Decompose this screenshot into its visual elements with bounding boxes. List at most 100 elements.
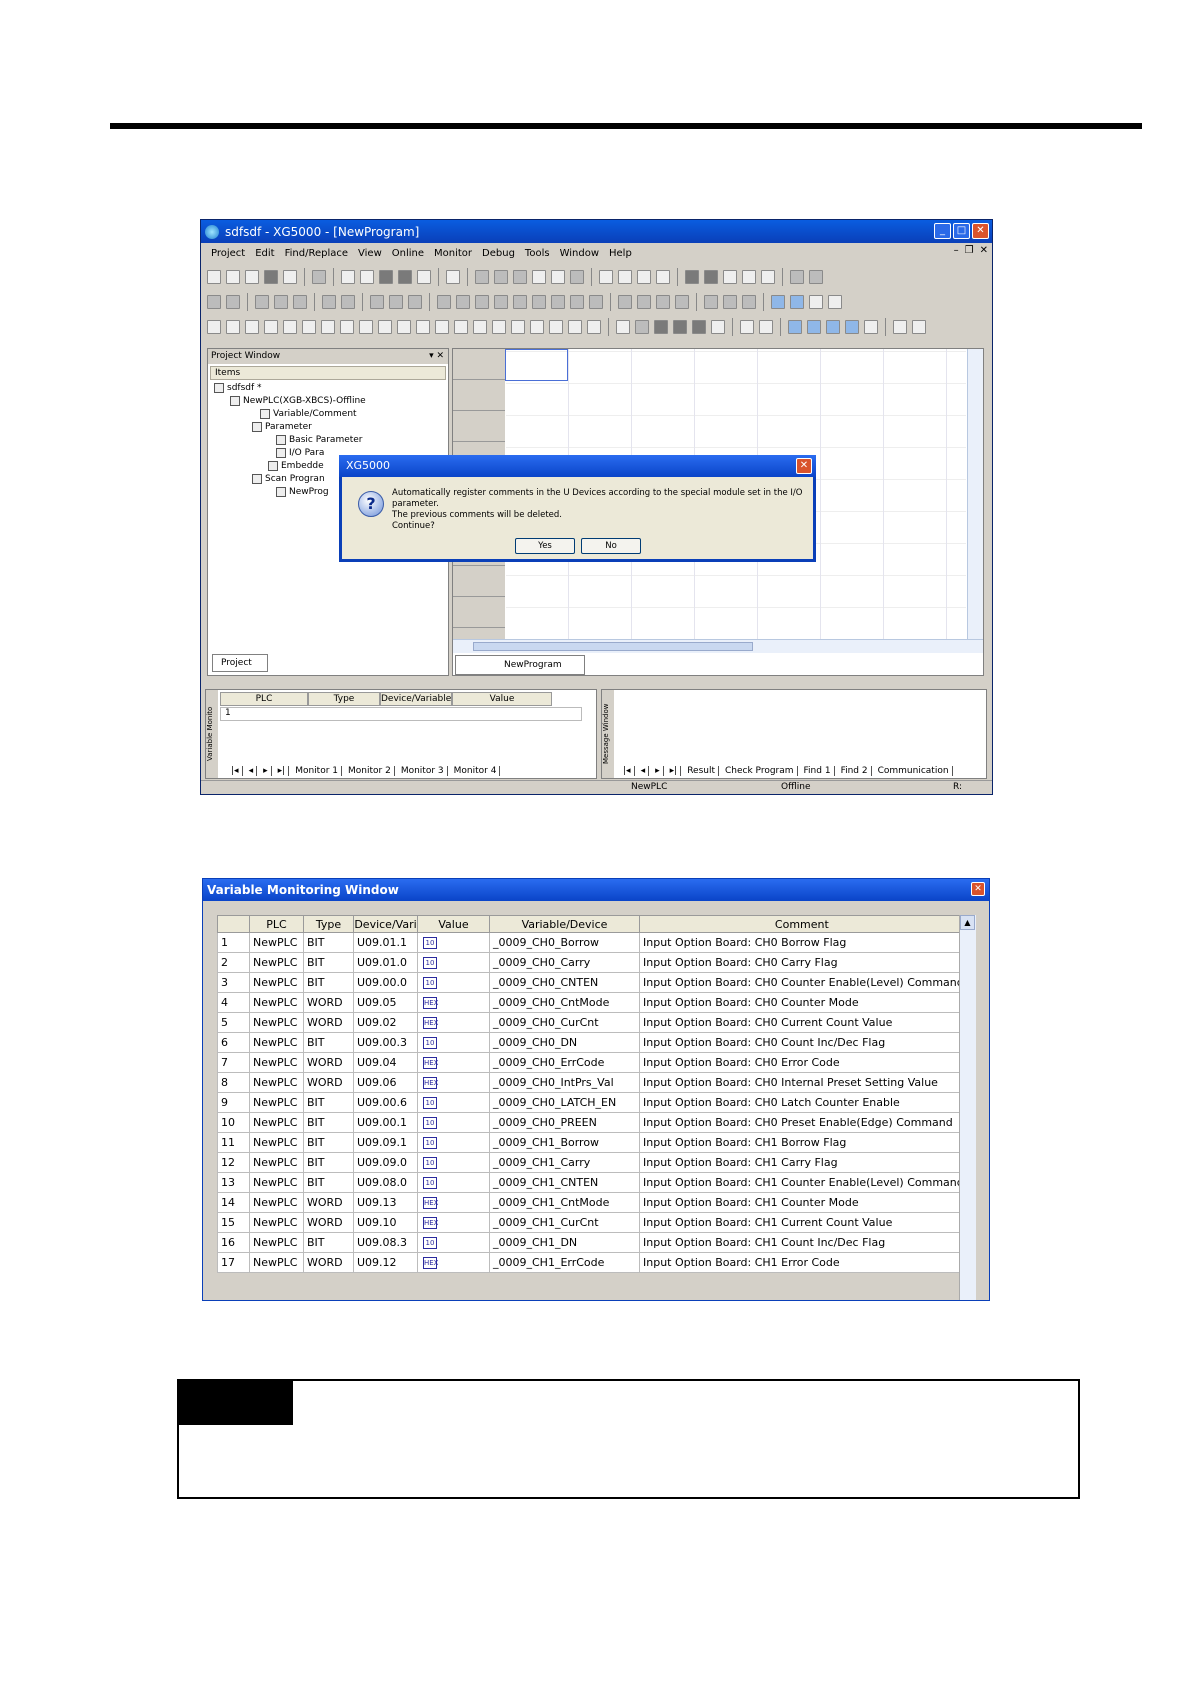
cut-icon[interactable] [513, 270, 527, 284]
scroll-up-icon[interactable]: ▲ [960, 915, 975, 930]
vmw-close-icon[interactable]: ✕ [971, 882, 985, 896]
menu-window[interactable]: Window [560, 248, 599, 259]
yes-button[interactable]: Yes [515, 538, 575, 554]
function-icon[interactable] [416, 320, 430, 334]
no-button[interactable]: No [581, 538, 641, 554]
table-row[interactable]: 14 NewPLC WORD U09.13 HEX _0009_CH1_CntMode In… [217, 1192, 965, 1213]
col-comment[interactable]: Comment [639, 915, 965, 933]
save-icon[interactable] [264, 270, 278, 284]
build-icon[interactable] [389, 295, 403, 309]
view-il-icon[interactable] [673, 320, 687, 334]
forward-icon[interactable] [809, 270, 823, 284]
dialog-close-icon[interactable]: ✕ [796, 458, 812, 474]
tree-item-plc[interactable]: NewPLC(XGB-XBCS)-Offline [230, 396, 366, 406]
vmw-scrollbar[interactable]: ▲ [959, 915, 976, 1300]
coil-icon[interactable] [340, 320, 354, 334]
msg-last-icon[interactable]: ▸| [667, 766, 682, 776]
check-box-icon[interactable] [788, 320, 802, 334]
offline-icon[interactable] [226, 295, 240, 309]
print-preview-icon[interactable] [245, 270, 259, 284]
window-split-icon[interactable] [809, 295, 823, 309]
cell-value[interactable]: HEX [417, 992, 490, 1013]
col-type[interactable]: Type [303, 915, 354, 933]
minimize-icon[interactable]: _ [934, 223, 951, 239]
comment-mode-icon[interactable] [635, 320, 649, 334]
tab-find-2[interactable]: Find 2 [838, 766, 872, 776]
halt-icon[interactable] [293, 295, 307, 309]
goto-icon[interactable] [742, 270, 756, 284]
decimal-format-icon[interactable]: 10 [423, 1157, 437, 1169]
not-icon[interactable] [454, 320, 468, 334]
jump-icon[interactable] [511, 320, 525, 334]
plc9-icon[interactable] [589, 295, 603, 309]
undo-icon[interactable] [475, 270, 489, 284]
menu-online[interactable]: Online [392, 248, 424, 259]
table-row[interactable]: 1 NewPLC BIT U09.01.1 10 _0009_CH0_Borrow Inpu… [217, 932, 965, 953]
prev-page-icon[interactable]: ◂ [246, 766, 258, 776]
table-row[interactable]: 8 NewPLC WORD U09.06 HEX _0009_CH0_IntPrs_Val… [217, 1072, 965, 1093]
tree-item-parameter[interactable]: Parameter [252, 422, 312, 432]
decimal-format-icon[interactable]: 10 [423, 1037, 437, 1049]
cell-value[interactable]: 10 [417, 1132, 490, 1153]
plc5-icon[interactable] [513, 295, 527, 309]
decimal-format-icon[interactable]: 10 [423, 1237, 437, 1249]
cell-value[interactable]: 10 [417, 1232, 490, 1253]
cell-value[interactable]: 10 [417, 1152, 490, 1173]
table-row[interactable]: 1 [220, 707, 582, 721]
menu-project[interactable]: Project [211, 248, 245, 259]
zoom-in-icon[interactable] [893, 320, 907, 334]
msg-next-icon[interactable]: ▸ [652, 766, 664, 776]
disconnect-icon[interactable] [360, 270, 374, 284]
table-row[interactable]: 2 NewPLC BIT U09.01.0 10 _0009_CH0_Carry Input… [217, 952, 965, 973]
block-icon[interactable] [704, 295, 718, 309]
cell-value[interactable]: HEX [417, 1052, 490, 1073]
table-row[interactable]: 15 NewPLC WORD U09.10 HEX _0009_CH1_CurCnt Inp… [217, 1212, 965, 1233]
table-row[interactable]: 13 NewPLC BIT U09.08.0 10 _0009_CH1_CNTEN Inpu… [217, 1172, 965, 1193]
hex-format-icon[interactable]: HEX [423, 1217, 438, 1229]
decimal-format-icon[interactable]: 10 [423, 957, 437, 969]
print-icon[interactable] [283, 270, 297, 284]
table-row[interactable]: 12 NewPLC BIT U09.09.0 10 _0009_CH1_Carry Inpu… [217, 1152, 965, 1173]
monitor-icon[interactable] [379, 270, 393, 284]
tree-item-project[interactable]: sdfsdf * [214, 383, 262, 393]
coil-nc-icon[interactable] [359, 320, 373, 334]
c1-icon[interactable] [549, 320, 563, 334]
step-icon[interactable] [761, 270, 775, 284]
table2-icon[interactable] [759, 320, 773, 334]
hex-format-icon[interactable]: HEX [423, 1077, 438, 1089]
tab-monitor-1[interactable]: Monitor 1 [292, 766, 342, 776]
open-folder-icon[interactable] [226, 270, 240, 284]
menu-tools[interactable]: Tools [525, 248, 550, 259]
copy-icon[interactable] [532, 270, 546, 284]
pause-icon[interactable] [274, 295, 288, 309]
view-var-icon[interactable] [711, 320, 725, 334]
io-icon[interactable] [618, 295, 632, 309]
tree-item-scan-program[interactable]: Scan Progran [252, 474, 325, 484]
horizontal-scrollbar[interactable] [453, 639, 983, 653]
view-ladder-icon[interactable] [654, 320, 668, 334]
col-variable[interactable]: Variable/Device [489, 915, 640, 933]
tab-monitor-2[interactable]: Monitor 2 [345, 766, 395, 776]
plc6-icon[interactable] [532, 295, 546, 309]
decimal-format-icon[interactable]: 10 [423, 1177, 437, 1189]
hex-format-icon[interactable]: HEX [423, 1257, 438, 1269]
c3-icon[interactable] [587, 320, 601, 334]
close-icon[interactable]: ✕ [972, 223, 989, 239]
mdi-restore-icon[interactable]: ❐ [965, 245, 974, 256]
cell-value[interactable]: HEX [417, 1252, 490, 1273]
window-cascade-icon[interactable] [790, 295, 804, 309]
list-icon[interactable] [616, 320, 630, 334]
next-page-icon[interactable]: ▸ [260, 766, 272, 776]
doc-icon[interactable] [807, 320, 821, 334]
plc3-icon[interactable] [475, 295, 489, 309]
window-tile-icon[interactable] [771, 295, 785, 309]
cell-value[interactable]: HEX [417, 1012, 490, 1033]
cell-value[interactable]: 10 [417, 1092, 490, 1113]
cell-value[interactable]: 10 [417, 952, 490, 973]
menu-edit[interactable]: Edit [255, 248, 274, 259]
tree-item-new-program[interactable]: NewProg [276, 487, 329, 497]
project-window-close-icon[interactable]: ▾ ✕ [429, 349, 444, 364]
doc3-icon[interactable] [845, 320, 859, 334]
cell-value[interactable]: HEX [417, 1212, 490, 1233]
hex-format-icon[interactable]: HEX [423, 997, 438, 1009]
